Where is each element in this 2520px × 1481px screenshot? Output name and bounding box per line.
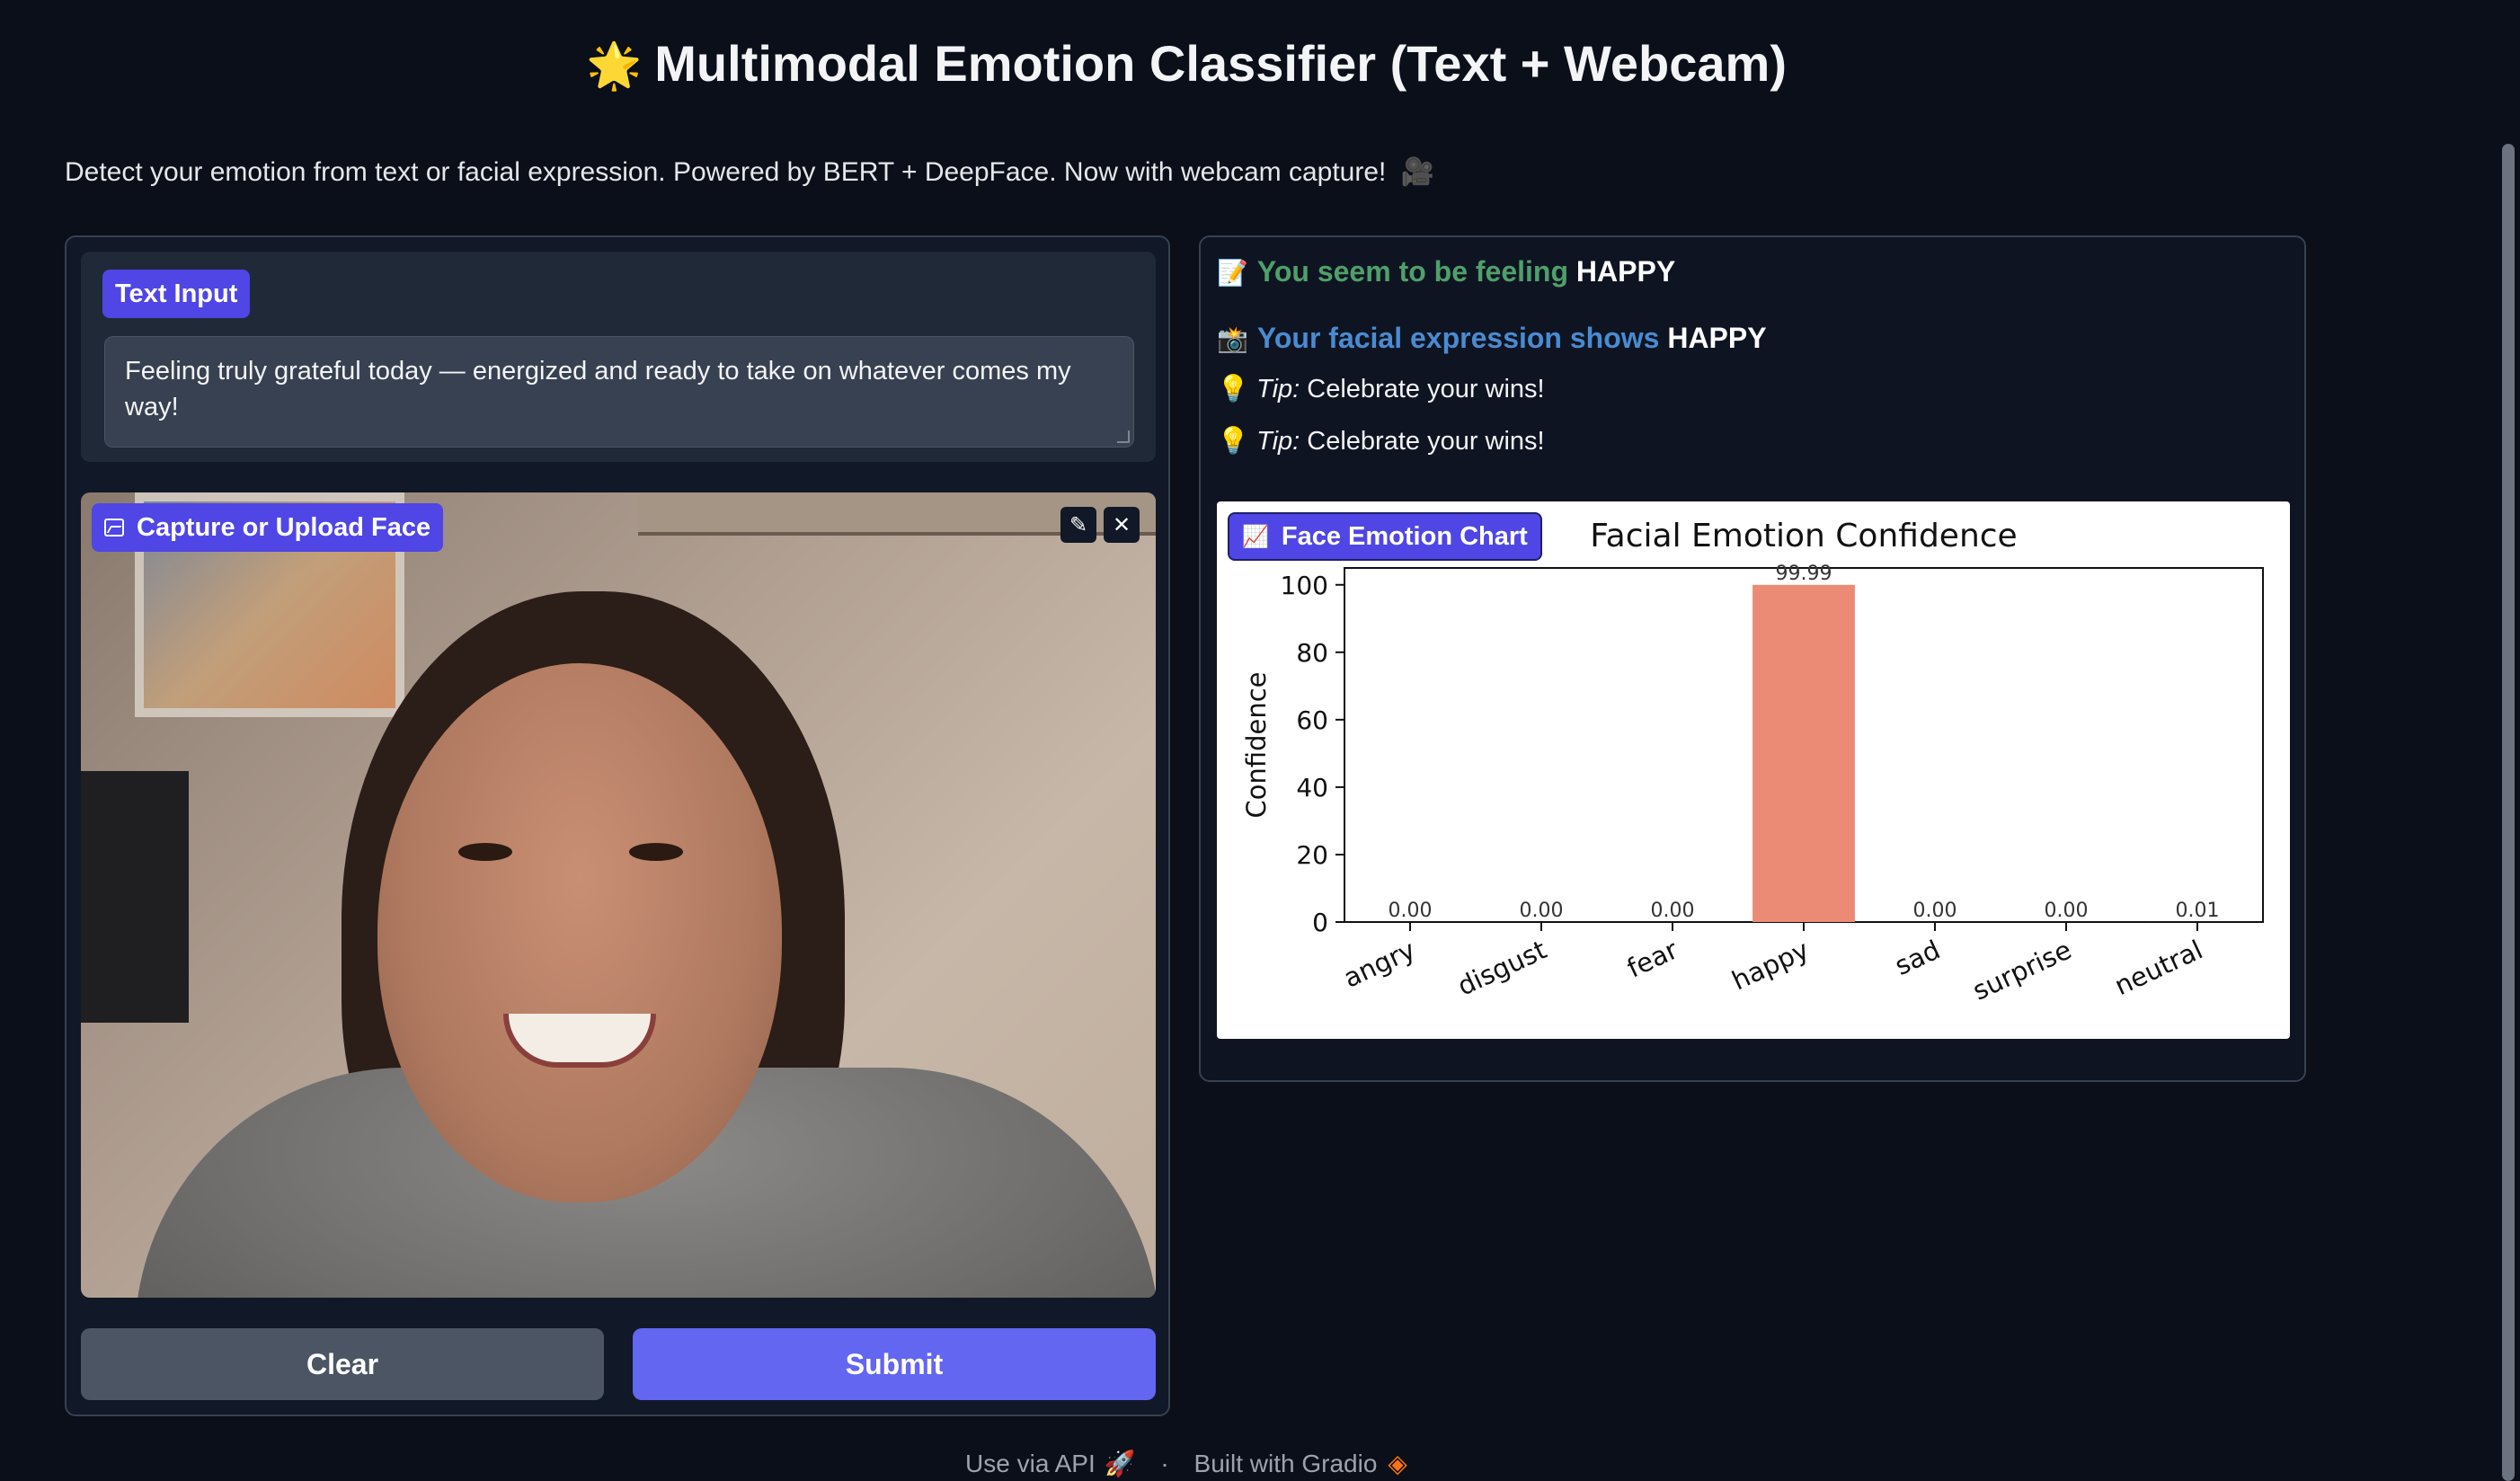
text-emotion-result: 📝 You seem to be feeling HAPPY <box>1217 255 1675 288</box>
close-icon[interactable]: ✕ <box>1104 507 1140 543</box>
x-tick-label: surprise <box>1968 935 2076 1007</box>
page-title: 🌟 Multimodal Emotion Classifier (Text + W… <box>0 34 2373 93</box>
y-tick-label: 60 <box>1296 705 1328 735</box>
face-image-input[interactable]: Capture or Upload Face ✎ ✕ <box>81 492 1156 1298</box>
tip-line: 💡 Tip: Celebrate your wins! <box>1217 374 1545 404</box>
tip-text: Celebrate your wins! <box>1307 375 1545 404</box>
built-with-gradio-link[interactable]: Built with Gradio <box>1194 1450 1378 1477</box>
face-result-emotion: HAPPY <box>1667 322 1767 354</box>
video-camera-icon: 🎥 <box>1400 157 1435 187</box>
scrollbar-thumb[interactable] <box>2502 144 2515 1481</box>
resize-handle-icon[interactable] <box>1117 430 1130 443</box>
bar-value-label: 0.01 <box>2176 900 2220 922</box>
text-result-emotion: HAPPY <box>1575 255 1676 288</box>
app-page: 🌟 Multimodal Emotion Classifier (Text + W… <box>0 0 2520 1481</box>
x-tick-label: sad <box>1890 935 1945 981</box>
webcam-photo-face <box>377 663 782 1202</box>
tip-text: Celebrate your wins! <box>1307 427 1545 456</box>
use-via-api-link[interactable]: Use via API <box>965 1450 1096 1477</box>
chart-label: 📈 Face Emotion Chart <box>1228 512 1542 561</box>
tip-label: Tip: <box>1256 427 1300 456</box>
bar-value-label: 0.00 <box>1389 900 1433 922</box>
rocket-icon: 🚀 <box>1104 1450 1136 1477</box>
bar-value-label: 99.99 <box>1776 563 1832 585</box>
webcam-photo-eye-left <box>458 843 512 861</box>
text-input-value: Feeling truly grateful today — energized… <box>125 357 1071 421</box>
face-emotion-chart: 📈 Face Emotion Chart Facial Emotion Conf… <box>1217 501 2290 1039</box>
description-text: Detect your emotion from text or facial … <box>65 157 1387 187</box>
chart-label-text: Face Emotion Chart <box>1281 521 1528 551</box>
y-tick-label: 0 <box>1312 908 1328 937</box>
line-chart-icon: 📈 <box>1242 524 1269 549</box>
image-input-label: Capture or Upload Face <box>92 503 444 552</box>
webcam-photo-eye-right <box>629 843 683 861</box>
y-tick-label: 80 <box>1296 638 1328 668</box>
x-tick-label: angry <box>1339 935 1420 994</box>
gradio-logo-icon: ◈ <box>1388 1450 1407 1477</box>
text-input-label: Text Input <box>102 270 251 318</box>
image-input-label-text: Capture or Upload Face <box>137 512 431 542</box>
face-result-prefix: Your facial expression shows <box>1256 322 1660 354</box>
page-scrollbar[interactable] <box>2497 0 2520 1481</box>
y-tick-label: 20 <box>1296 840 1328 870</box>
page-description: Detect your emotion from text or facial … <box>65 156 1434 188</box>
lightbulb-icon: 💡 <box>1217 375 1250 404</box>
y-tick-label: 40 <box>1296 773 1328 803</box>
x-tick-label: fear <box>1622 934 1682 983</box>
pencil-icon[interactable]: ✎ <box>1060 507 1096 543</box>
submit-button[interactable]: Submit <box>633 1328 1156 1400</box>
webcam-photo-dark-object <box>81 771 189 1023</box>
text-input-field[interactable]: Feeling truly grateful today — energized… <box>104 336 1134 448</box>
bar-value-label: 0.00 <box>2045 900 2089 922</box>
input-panel: Text Input Feeling truly grateful today … <box>65 235 1170 1416</box>
x-tick-label: happy <box>1727 935 1814 997</box>
chart-title: Facial Emotion Confidence <box>1590 518 2017 554</box>
bar-value-label: 0.00 <box>1520 900 1564 922</box>
bar-value-label: 0.00 <box>1913 900 1957 922</box>
output-panel: 📝 You seem to be feeling HAPPY 📸 Your faci… <box>1199 235 2306 1082</box>
text-result-prefix: You seem to be feeling <box>1256 255 1569 288</box>
footer-separator: · <box>1160 1450 1169 1477</box>
x-tick-label: disgust <box>1453 935 1551 1002</box>
tip-label: Tip: <box>1256 375 1300 404</box>
clear-button[interactable]: Clear <box>81 1328 604 1400</box>
text-input-block: Text Input Feeling truly grateful today … <box>81 252 1156 462</box>
camera-flash-icon: 📸 <box>1217 325 1248 353</box>
tip-line: 💡 Tip: Celebrate your wins! <box>1217 426 1545 457</box>
chart-bar <box>1752 584 1855 922</box>
chart-svg: Facial Emotion Confidence 0 20 40 60 80 100 Con… <box>1241 518 2264 1007</box>
face-emotion-result: 📸 Your facial expression shows HAPPY <box>1217 322 1767 355</box>
y-axis-label: Confidence <box>1241 671 1272 818</box>
lightbulb-icon: 💡 <box>1217 427 1250 456</box>
memo-icon: 📝 <box>1217 259 1248 287</box>
star-icon: 🌟 <box>586 40 643 91</box>
image-icon <box>104 519 124 537</box>
bar-value-label: 0.00 <box>1651 900 1695 922</box>
footer: Use via API 🚀 · Built with Gradio ◈ <box>0 1449 2373 1478</box>
y-tick-label: 100 <box>1281 571 1328 600</box>
x-tick-label: neutral <box>2110 935 2207 1002</box>
page-title-text: Multimodal Emotion Classifier (Text + We… <box>654 35 1787 92</box>
